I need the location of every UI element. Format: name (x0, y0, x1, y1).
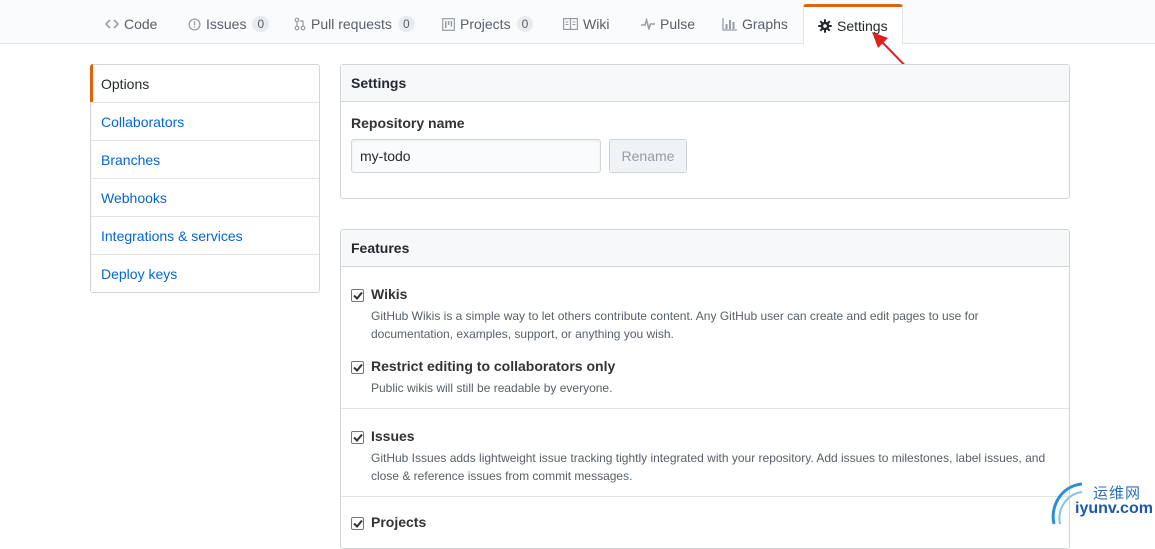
projects-title: Projects (371, 514, 427, 530)
tab-graphs-label: Graphs (742, 16, 788, 32)
repository-name-input[interactable] (351, 139, 601, 173)
rename-button[interactable]: Rename (609, 139, 687, 173)
restrict-editing-checkbox[interactable] (351, 361, 364, 374)
repo-nav: Code Issues 0 Pull requests 0 Projects 0… (0, 0, 1155, 45)
tab-pull-requests-label: Pull requests (311, 16, 392, 32)
tab-wiki[interactable]: Wiki (563, 4, 609, 44)
divider (341, 496, 1069, 497)
tab-code[interactable]: Code (105, 4, 157, 44)
checkmark-icon (352, 291, 363, 300)
wikis-checkbox[interactable] (351, 289, 364, 302)
issues-title: Issues (371, 428, 415, 444)
projects-counter: 0 (516, 16, 534, 32)
issues-description: GitHub Issues adds lightweight issue tra… (371, 451, 1046, 483)
menu-item-options[interactable]: Options (90, 64, 319, 103)
wikis-description: GitHub Wikis is a simple way to let othe… (371, 309, 979, 341)
wikis-title: Wikis (371, 286, 408, 302)
settings-panel: Settings Repository name Rename (340, 64, 1070, 199)
book-icon (563, 18, 578, 30)
graph-icon (722, 17, 737, 31)
menu-item-collaborators[interactable]: Collaborators (91, 103, 319, 141)
projects-checkbox[interactable] (351, 517, 364, 530)
menu-item-deploy-keys[interactable]: Deploy keys (91, 255, 319, 292)
issues-checkbox[interactable] (351, 431, 364, 444)
watermark-url-text: iyunv.com (1075, 500, 1153, 517)
menu-item-branches[interactable]: Branches (91, 141, 319, 179)
repository-name-label: Repository name (351, 115, 465, 131)
features-panel: Features Wikis GitHub Wikis is a simple … (340, 229, 1070, 549)
tab-projects-label: Projects (460, 16, 511, 32)
pulse-icon (641, 18, 655, 30)
checkmark-icon (352, 519, 363, 528)
tab-projects[interactable]: Projects 0 (442, 4, 534, 44)
restrict-editing-title: Restrict editing to collaborators only (371, 358, 616, 374)
tab-wiki-label: Wiki (583, 16, 610, 32)
tab-issues[interactable]: Issues 0 (188, 4, 270, 44)
checkmark-icon (352, 363, 363, 372)
divider (341, 408, 1069, 409)
features-header: Features (341, 230, 1069, 267)
project-icon (442, 17, 455, 31)
checkmark-icon (352, 433, 363, 442)
settings-menu: Options Collaborators Branches Webhooks … (90, 64, 320, 293)
pull-requests-counter: 0 (397, 16, 415, 32)
restrict-editing-description: Public wikis will still be readable by e… (371, 381, 613, 395)
tab-pull-requests[interactable]: Pull requests 0 (294, 4, 415, 44)
tab-code-label: Code (124, 16, 158, 32)
tab-pulse-label: Pulse (660, 16, 696, 32)
git-pull-request-icon (294, 17, 306, 31)
issues-counter: 0 (252, 16, 270, 32)
gear-icon (818, 18, 832, 33)
tab-issues-label: Issues (206, 16, 247, 32)
menu-item-integrations-services[interactable]: Integrations & services (91, 217, 319, 255)
menu-item-webhooks[interactable]: Webhooks (91, 179, 319, 217)
tab-pulse[interactable]: Pulse (641, 4, 695, 44)
code-icon (105, 18, 119, 30)
settings-header: Settings (341, 65, 1069, 102)
tab-graphs[interactable]: Graphs (722, 4, 788, 44)
issue-opened-icon (188, 17, 201, 31)
